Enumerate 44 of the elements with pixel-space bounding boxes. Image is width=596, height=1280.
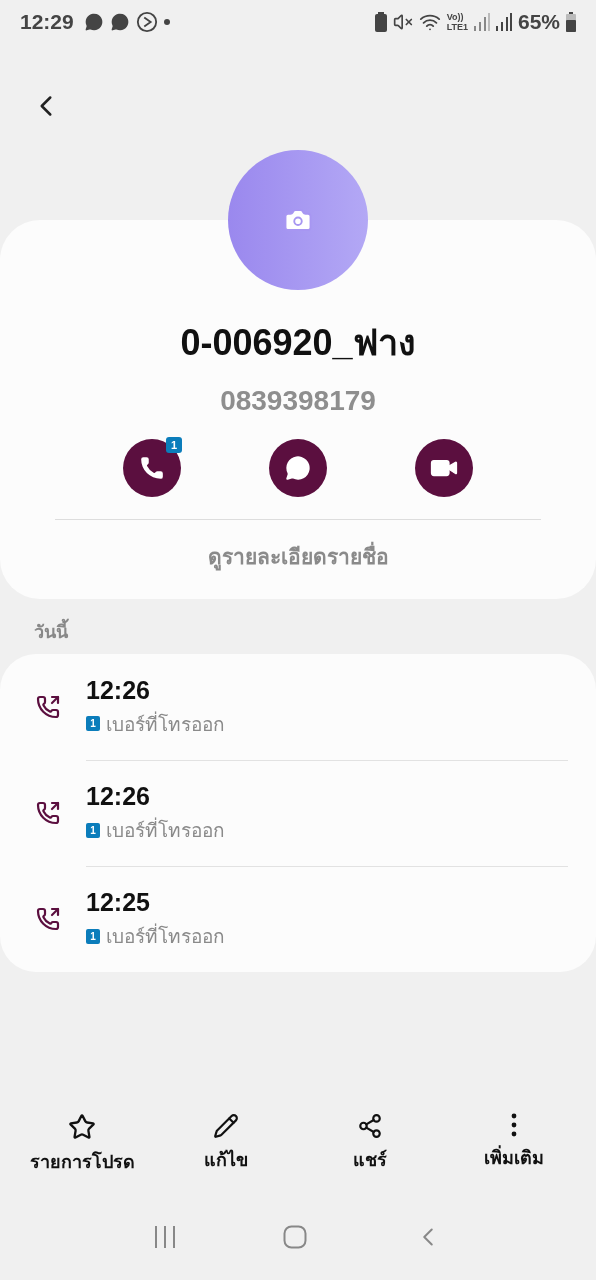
status-time: 12:29: [20, 10, 74, 34]
signal-icon: [495, 13, 512, 31]
outgoing-call-icon: [36, 907, 60, 931]
call-time: 12:26: [86, 782, 151, 811]
share-button[interactable]: แชร์: [305, 1113, 435, 1176]
message-button[interactable]: [269, 439, 327, 497]
sim-badge: 1: [166, 437, 182, 453]
dot-icon: [163, 19, 170, 25]
contact-name: 0-006920_ฟาง: [180, 321, 416, 365]
sim-badge: 1: [86, 716, 100, 731]
call-button[interactable]: 1: [123, 439, 181, 497]
more-button[interactable]: เพิ่มเติม: [449, 1113, 579, 1176]
sim-badge: 1: [86, 822, 100, 838]
chat-bubble-icon: [83, 12, 104, 32]
signal-icon: [473, 13, 490, 31]
volte-label: Vo)): [446, 12, 465, 22]
call-type: เบอร์ที่โทรออก: [106, 710, 225, 737]
call-time: 12:25: [86, 888, 151, 917]
mute-icon: [392, 12, 413, 32]
pencil-icon: [213, 1113, 239, 1139]
phone-icon: [139, 455, 165, 481]
lte-label: LTE1: [446, 22, 468, 32]
video-call-button[interactable]: [415, 439, 473, 497]
home-button[interactable]: [283, 1225, 307, 1249]
phone-number: 0839398179: [220, 385, 376, 417]
share-icon: [357, 1113, 383, 1139]
more-icon: [511, 1113, 517, 1137]
star-icon: [68, 1113, 96, 1141]
battery-icon: [566, 12, 576, 32]
outgoing-call-icon: [36, 801, 60, 825]
call-type: เบอร์ที่โทรออก: [106, 815, 225, 845]
section-title: วันนี้: [34, 617, 596, 646]
sim-badge: 1: [86, 928, 100, 944]
chat-bubble-icon: [284, 454, 312, 482]
call-time: 12:26: [86, 675, 151, 705]
battery-saver-icon: [374, 12, 387, 32]
messenger-icon: [109, 12, 130, 32]
call-type: เบอร์ที่โทรออก: [106, 921, 225, 951]
favorite-button[interactable]: รายการโปรด: [17, 1113, 147, 1176]
recent-apps-button[interactable]: [153, 1226, 177, 1248]
play-circle-icon: [135, 11, 158, 33]
outgoing-call-icon: [36, 695, 60, 719]
battery-percent: 65%: [517, 10, 560, 34]
edit-button[interactable]: แก้ไข: [161, 1113, 291, 1176]
